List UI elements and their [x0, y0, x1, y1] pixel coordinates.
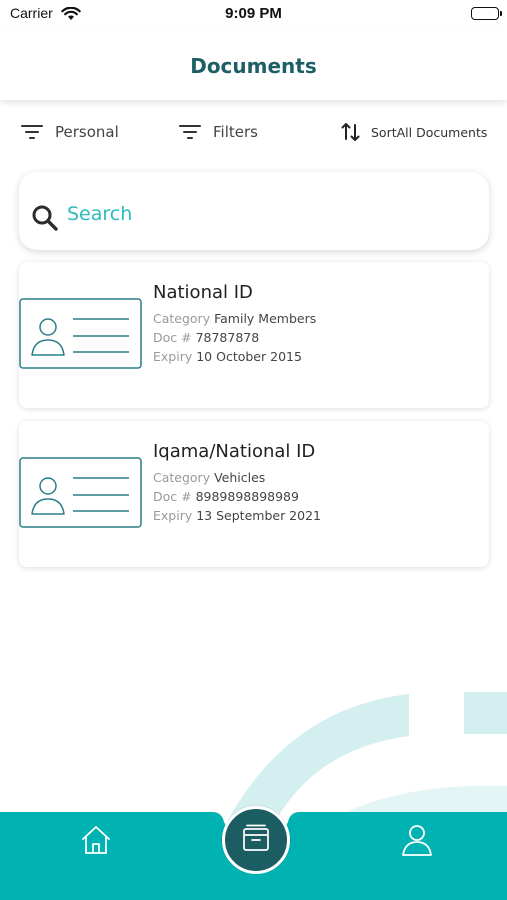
- home-tab-button[interactable]: [80, 824, 112, 860]
- doc-number-key: Doc #: [153, 330, 192, 345]
- document-expiry-line: Expiry 13 September 2021: [153, 508, 321, 523]
- filter-lines-icon: [179, 124, 201, 140]
- id-card-icon: [19, 298, 143, 374]
- expiry-key: Expiry: [153, 349, 193, 364]
- home-icon: [80, 826, 112, 860]
- background-decoration: [0, 660, 507, 820]
- documents-tab-button[interactable]: [222, 806, 290, 874]
- sort-button[interactable]: SortAll Documents: [341, 112, 487, 152]
- archive-box-icon: [241, 823, 271, 857]
- search-input[interactable]: [67, 196, 467, 232]
- document-title: National ID: [153, 282, 253, 303]
- personal-filter-button[interactable]: Personal: [21, 112, 119, 152]
- category-value: Family Members: [214, 311, 317, 326]
- search-bar: [19, 172, 489, 250]
- profile-tab-button[interactable]: [401, 823, 433, 861]
- document-number-line: Doc # 8989898898989: [153, 489, 299, 504]
- document-number-line: Doc # 78787878: [153, 330, 259, 345]
- personal-filter-label: Personal: [55, 123, 119, 141]
- sort-label: SortAll Documents: [371, 124, 488, 140]
- doc-number-value: 8989898898989: [195, 489, 299, 504]
- doc-number-key: Doc #: [153, 489, 192, 504]
- status-bar: Carrier 9:09 PM: [0, 0, 507, 30]
- user-icon: [401, 825, 433, 861]
- filter-lines-icon: [21, 124, 43, 140]
- document-category-line: Category Family Members: [153, 311, 316, 326]
- id-card-icon: [19, 457, 143, 533]
- app-header: Documents: [0, 30, 507, 100]
- filters-button[interactable]: Filters: [179, 112, 258, 152]
- document-category-line: Category Vehicles: [153, 470, 265, 485]
- battery-icon: [471, 7, 502, 20]
- filter-row: Personal Filters SortAll Documents: [0, 112, 507, 152]
- sort-arrows-icon: [341, 121, 361, 143]
- doc-number-value: 78787878: [195, 330, 260, 345]
- document-expiry-line: Expiry 10 October 2015: [153, 349, 302, 364]
- category-key: Category: [153, 311, 211, 326]
- expiry-value: 13 September 2021: [196, 508, 321, 523]
- document-title: Iqama/National ID: [153, 441, 316, 462]
- category-key: Category: [153, 470, 211, 485]
- filters-label: Filters: [213, 123, 258, 141]
- document-card[interactable]: Iqama/National ID Category Vehicles Doc …: [19, 421, 489, 567]
- expiry-key: Expiry: [153, 508, 193, 523]
- clock-time: 9:09 PM: [225, 5, 282, 22]
- page-title: Documents: [190, 54, 317, 78]
- category-value: Vehicles: [214, 470, 266, 485]
- document-card[interactable]: National ID Category Family Members Doc …: [19, 262, 489, 408]
- search-icon: [31, 204, 59, 236]
- expiry-value: 10 October 2015: [196, 349, 302, 364]
